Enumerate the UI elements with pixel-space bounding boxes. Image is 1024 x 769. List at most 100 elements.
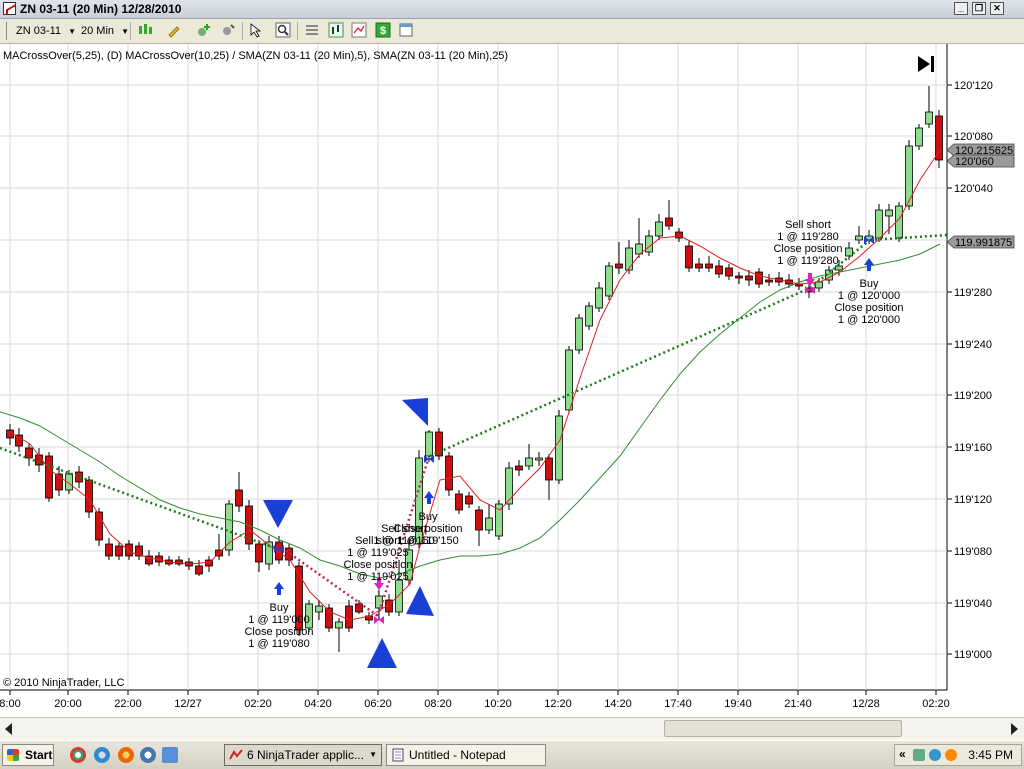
chart-toolbar: ZN 03-11 ▼ 20 Min ▼ $: [0, 19, 1024, 44]
candle-down: [15, 434, 23, 447]
candle-up: [605, 265, 613, 297]
ie-icon[interactable]: [94, 747, 110, 763]
candle-down: [725, 267, 733, 277]
trade-label-text: Close position: [393, 523, 462, 535]
trade-label-text: 1 @ 119'025: [347, 547, 408, 559]
x-tick-label: 02:20: [244, 698, 272, 710]
candle-down: [465, 495, 473, 505]
show-desktop-icon[interactable]: [162, 747, 178, 763]
horizontal-scrollbar[interactable]: [0, 717, 1024, 740]
x-tick-label: 10:20: [484, 698, 512, 710]
messenger-icon[interactable]: [140, 747, 156, 763]
clock: 3:45 PM: [968, 748, 1013, 762]
indicator-legend: MACrossOver(5,25), (D) MACrossOver(10,25…: [3, 50, 509, 62]
candle-up: [555, 415, 563, 481]
candle-up: [425, 431, 433, 457]
candle-down: [435, 431, 443, 457]
candle-down: [85, 479, 93, 513]
candle-down: [255, 543, 263, 563]
chrome-icon[interactable]: [70, 747, 86, 763]
candle-up: [335, 621, 343, 629]
trade-label-text: Close position: [244, 626, 313, 638]
instrument-selector[interactable]: ZN 03-11 ▼: [16, 23, 76, 39]
network-icon[interactable]: [913, 749, 925, 761]
trade-label-text: Buy: [419, 511, 438, 523]
candle-up: [525, 457, 533, 467]
ninjatrader-icon: [229, 749, 243, 760]
instrument-label: ZN 03-11: [16, 25, 62, 37]
x-tick-label: 12/28: [852, 698, 880, 710]
start-button[interactable]: Start: [2, 744, 54, 766]
interval-selector[interactable]: 20 Min ▼: [81, 23, 129, 39]
x-tick-label: 21:40: [784, 698, 812, 710]
y-tick-label: 119'240: [954, 339, 992, 351]
candle-up: [575, 317, 583, 351]
trade-label-text: Close position: [834, 302, 903, 314]
trade-label-text: 1 @ 119'025: [347, 571, 408, 583]
chart-trader-icon[interactable]: [328, 22, 344, 38]
y-tick-label: 119'280: [954, 287, 992, 299]
toolbar-grip: [6, 22, 7, 40]
candle-up: [625, 247, 633, 271]
y-tick-label: 119'200: [954, 390, 992, 402]
candle-down: [695, 263, 703, 269]
restore-button[interactable]: ❐: [972, 2, 986, 15]
window-title: ZN 03-11 (20 Min) 12/28/2010: [20, 2, 182, 16]
ninjatrader-chart-icon: [3, 2, 16, 15]
dollar-icon[interactable]: $: [375, 22, 391, 38]
trade-label-text: Buy: [270, 602, 289, 614]
taskbar-notepad-label: Untitled - Notepad: [409, 748, 506, 762]
scroll-left-arrow-icon[interactable]: [5, 723, 12, 735]
drawing-pencil-icon[interactable]: [166, 22, 182, 38]
close-button[interactable]: ✕: [990, 2, 1004, 15]
trade-label-text: 1 @ 120'000: [838, 290, 900, 302]
strategy-icon[interactable]: [220, 22, 236, 38]
chevron-down-icon: ▼: [369, 750, 377, 759]
zoom-icon[interactable]: [275, 22, 291, 38]
candle-up: [815, 281, 823, 289]
plot-area: [0, 44, 947, 690]
price-chart[interactable]: 120'120 120'080 120'040 119'280 119'240 119'2…: [0, 44, 1024, 716]
candle-down: [355, 603, 363, 613]
scroll-right-arrow-icon[interactable]: [1011, 723, 1018, 735]
trade-label-text: 1 @ 119'080: [248, 638, 309, 650]
chevron-down-icon: ▼: [68, 27, 77, 36]
trade-label-text: 1 @ 119'280: [777, 231, 838, 243]
candle-down: [685, 245, 693, 269]
taskbar-ninjatrader-button[interactable]: 6 NinjaTrader applic... ▼: [224, 744, 382, 766]
window-linking-icon[interactable]: [398, 22, 414, 38]
y-tick-label: 119'080: [954, 546, 992, 558]
candle-down: [115, 545, 123, 557]
trade-label-text: 1 @ 119'280: [777, 255, 838, 267]
data-box-icon[interactable]: [351, 22, 367, 38]
candle-down: [45, 455, 53, 499]
cursor-icon[interactable]: [248, 22, 264, 38]
tray-expand-button[interactable]: «: [899, 747, 906, 761]
update-tray-icon[interactable]: [945, 749, 957, 761]
x-tick-label: 17:40: [664, 698, 692, 710]
window-titlebar[interactable]: ZN 03-11 (20 Min) 12/28/2010 _ ❐ ✕: [0, 0, 1024, 19]
messenger-tray-icon[interactable]: [929, 749, 941, 761]
svg-text:$: $: [380, 25, 386, 37]
firefox-icon[interactable]: [118, 747, 134, 763]
taskbar-notepad-button[interactable]: Untitled - Notepad: [386, 744, 546, 766]
bar-type-icon[interactable]: [137, 22, 153, 38]
trade-label-text: 1 @ 119'150: [397, 535, 458, 547]
y-tick-label: 119'120: [954, 494, 992, 506]
minimize-button[interactable]: _: [954, 2, 968, 15]
scroll-to-end-bar-icon: [931, 56, 934, 72]
candle-up: [505, 467, 513, 505]
candle-down: [935, 115, 943, 161]
candle-up: [875, 209, 883, 239]
windows-taskbar: Start 6 NinjaTrader applic... ▼ Untitled…: [0, 740, 1024, 769]
candle-up: [315, 605, 323, 613]
add-indicator-icon[interactable]: [196, 22, 212, 38]
candle-up: [565, 349, 573, 411]
price-tag-label: 119.991875: [955, 237, 1012, 249]
candle-down: [615, 263, 623, 269]
scrollbar-thumb[interactable]: [664, 720, 902, 737]
properties-icon[interactable]: [304, 22, 320, 38]
candle-up: [855, 235, 863, 241]
candle-down: [705, 263, 713, 269]
trade-label-text: Close position: [343, 559, 412, 571]
